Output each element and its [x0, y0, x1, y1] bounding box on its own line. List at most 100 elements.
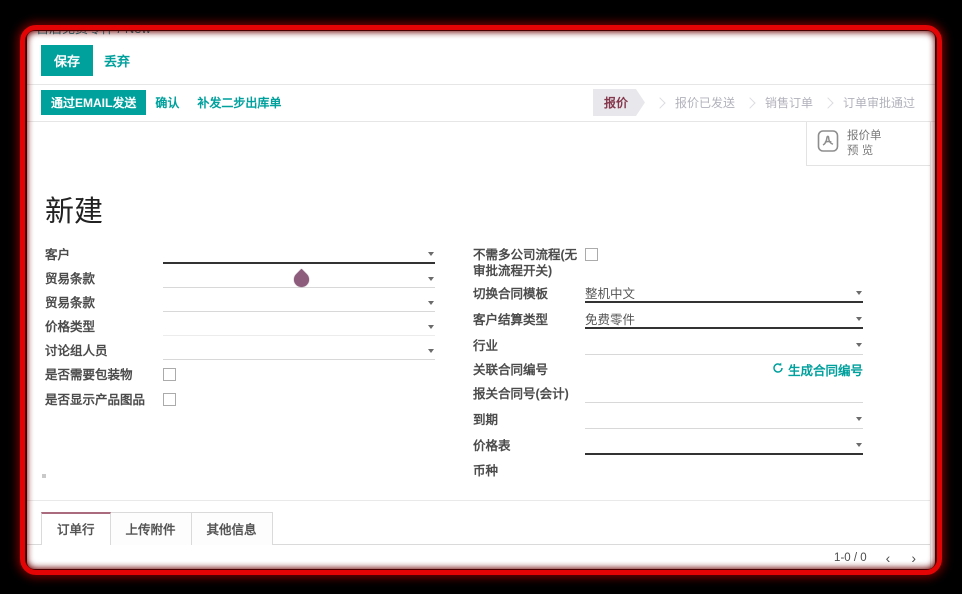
no-multicompany-flow-checkbox[interactable]: [585, 248, 598, 261]
form-column-left: 客户 贸易条款 贸易条款: [45, 246, 435, 486]
reissue-two-step-delivery-button[interactable]: 补发二步出库单: [188, 91, 290, 114]
chevron-down-icon: [428, 349, 434, 353]
breadcrumb-clipped-region: 售后免费零件 / New: [27, 31, 935, 38]
trade-terms-dropdown[interactable]: [163, 270, 435, 288]
col-tax-settings[interactable]: 税金设置: [379, 569, 492, 570]
order-lines-table: 产品 产品类型 产品型号 数量 单价 税金设置 小计 行业 备注 净重 毛重 ⋮: [27, 569, 930, 570]
chevron-down-icon: [428, 325, 434, 329]
col-product-type[interactable]: 产品类型: [81, 569, 149, 570]
chevron-right-icon: [744, 97, 755, 108]
odoo-form-window: 售后免费零件 / New 保存 丢弃 通过EMAIL发送 确认 补发二步出库单 …: [27, 31, 935, 569]
chevron-down-icon: [856, 291, 862, 295]
field-row: 不需多公司流程(无审批流程开关): [473, 246, 863, 280]
chevron-down-icon: [428, 277, 434, 281]
confirm-button[interactable]: 确认: [146, 91, 188, 114]
tab-order-lines[interactable]: 订单行: [41, 512, 111, 545]
chevron-down-icon: [856, 417, 862, 421]
currency-label: 币种: [473, 462, 585, 479]
breadcrumb[interactable]: 售后免费零件 / New: [27, 31, 935, 38]
field-row: 是否需要包装物: [45, 366, 435, 385]
field-row: 价格表: [473, 437, 863, 456]
tab-upload-attachments[interactable]: 上传附件: [111, 512, 192, 545]
discussion-members-dropdown[interactable]: [163, 342, 435, 360]
field-row: 客户: [45, 246, 435, 265]
save-button[interactable]: 保存: [41, 45, 93, 76]
col-industry[interactable]: 行业: [542, 569, 596, 570]
trade-terms-label: 贸易条款: [45, 270, 163, 287]
field-row: 贸易条款: [45, 270, 435, 289]
pager-range: 1-0 / 0: [834, 552, 867, 564]
sheet-divider: [27, 500, 930, 501]
industry-label: 行业: [473, 337, 585, 354]
price-type-dropdown[interactable]: [163, 318, 435, 336]
statusbar: 报价 报价已发送 销售订单 订单审批通过: [593, 89, 921, 116]
chevron-down-icon: [856, 443, 862, 447]
generate-contract-number-link[interactable]: 生成合同编号: [772, 360, 863, 379]
refresh-icon: [772, 362, 784, 377]
field-row: 客户结算类型 免费零件: [473, 311, 863, 330]
field-row: 价格类型: [45, 318, 435, 337]
form-sheet: 报价单 预 览 新建 客户 贸易条款: [27, 122, 931, 569]
status-step-sales-order[interactable]: 销售订单: [765, 94, 813, 111]
tab-other-info[interactable]: 其他信息: [192, 512, 273, 545]
customer-dropdown[interactable]: [163, 246, 435, 264]
field-row: 贸易条款: [45, 294, 435, 313]
pager-previous-icon[interactable]: ‹: [884, 551, 893, 565]
discard-button[interactable]: 丢弃: [93, 46, 141, 75]
trade-terms2-dropdown[interactable]: [163, 294, 435, 312]
settlement-type-label: 客户结算类型: [473, 311, 585, 328]
col-gross-weight[interactable]: 毛重: [822, 569, 912, 570]
field-row: 讨论组人员: [45, 342, 435, 361]
related-contract-number-field[interactable]: 生成合同编号: [585, 361, 863, 379]
drag-handle-dot: [42, 474, 46, 478]
send-email-button[interactable]: 通过EMAIL发送: [41, 90, 146, 115]
field-row: 是否显示产品图品: [45, 391, 435, 410]
expiration-dropdown[interactable]: [585, 411, 863, 429]
show-product-image-checkbox[interactable]: [163, 393, 176, 406]
price-type-label: 价格类型: [45, 318, 163, 335]
field-row: 币种: [473, 462, 863, 481]
field-row: 报关合同号(会计): [473, 385, 863, 404]
column-options-icon[interactable]: ⋮: [912, 569, 930, 570]
col-unit-price[interactable]: 单价: [311, 569, 379, 570]
field-row: 行业: [473, 337, 863, 356]
status-step-quotation-sent[interactable]: 报价已发送: [675, 94, 735, 111]
chevron-down-icon: [856, 317, 862, 321]
field-row: 切换合同模板 整机中文: [473, 285, 863, 304]
chevron-right-icon: [654, 97, 665, 108]
col-remark[interactable]: 备注: [596, 569, 731, 570]
col-net-weight[interactable]: 净重: [731, 569, 821, 570]
chevron-right-icon: [822, 97, 833, 108]
pricelist-label: 价格表: [473, 437, 585, 454]
pager: 1-0 / 0 ‹ ›: [27, 545, 930, 569]
pricelist-dropdown[interactable]: [585, 437, 863, 455]
col-product-model[interactable]: 产品型号: [149, 569, 248, 570]
col-subtotal[interactable]: 小计: [492, 569, 542, 570]
customs-contract-number-input[interactable]: [585, 385, 863, 403]
field-row: 关联合同编号 生成合同编号: [473, 361, 863, 380]
pdf-icon: [817, 129, 839, 158]
industry-dropdown[interactable]: [585, 337, 863, 355]
form-column-right: 不需多公司流程(无审批流程开关) 切换合同模板 整机中文 客户结算类型 免费零件: [473, 246, 863, 486]
table-header-row: 产品 产品类型 产品型号 数量 单价 税金设置 小计 行业 备注 净重 毛重 ⋮: [27, 569, 930, 570]
related-contract-number-label: 关联合同编号: [473, 361, 585, 378]
expiration-label: 到期: [473, 411, 585, 428]
customer-label: 客户: [45, 246, 163, 263]
notebook-tabs: 订单行 上传附件 其他信息: [27, 512, 930, 545]
contract-template-dropdown[interactable]: 整机中文: [585, 285, 863, 303]
col-quantity[interactable]: 数量: [248, 569, 311, 570]
need-packaging-checkbox[interactable]: [163, 368, 176, 381]
chevron-down-icon: [428, 252, 434, 256]
chevron-down-icon: [428, 301, 434, 305]
settlement-type-dropdown[interactable]: 免费零件: [585, 311, 863, 329]
page-title: 新建: [45, 188, 930, 230]
quotation-preview-button[interactable]: 报价单 预 览: [806, 122, 930, 166]
pager-next-icon[interactable]: ›: [909, 551, 918, 565]
currency-field[interactable]: [585, 462, 863, 480]
sheet-top-bar: 报价单 预 览: [27, 122, 930, 166]
form-fields: 客户 贸易条款 贸易条款: [27, 246, 930, 486]
status-step-order-approved[interactable]: 订单审批通过: [843, 94, 915, 111]
status-step-quotation[interactable]: 报价: [593, 89, 645, 116]
col-product[interactable]: 产品: [27, 569, 81, 570]
text-selection-handle[interactable]: [290, 269, 311, 290]
